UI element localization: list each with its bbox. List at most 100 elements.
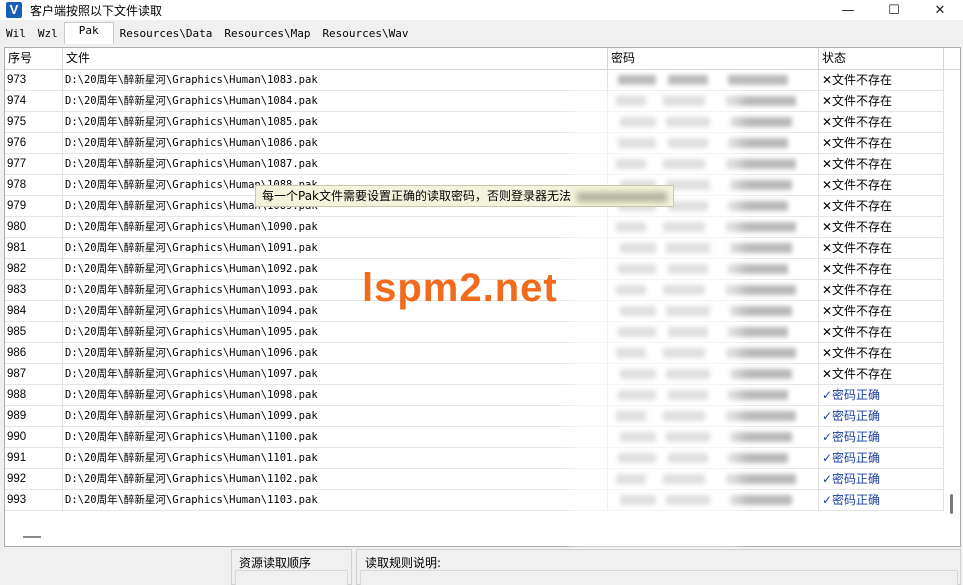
status-password-correct: ✓密码正确 [819,448,944,468]
table-row[interactable]: 989 D:\20周年\醉新星河\Graphics\Human\1099.pak ✓… [5,406,944,427]
cell-index: 976 [5,133,63,153]
minimize-button[interactable]: — [825,0,871,20]
table-row[interactable]: 986 D:\20周年\醉新星河\Graphics\Human\1096.pak ✕… [5,343,944,364]
cell-index: 991 [5,448,63,468]
tooltip: 每一个Pak文件需要设置正确的读取密码，否则登录器无法 [255,185,675,207]
status-file-missing: ✕文件不存在 [819,217,944,237]
cell-file-path: D:\20周年\醉新星河\Graphics\Human\1085.pak [63,112,608,132]
horizontal-scroll-indicator[interactable] [23,536,41,538]
status-file-missing: ✕文件不存在 [819,280,944,300]
status-file-missing: ✕文件不存在 [819,91,944,111]
cell-index: 978 [5,175,63,195]
cell-index: 985 [5,322,63,342]
maximize-button[interactable]: ☐ [871,0,917,20]
status-file-missing: ✕文件不存在 [819,196,944,216]
cell-file-path: D:\20周年\醉新星河\Graphics\Human\1103.pak [63,490,608,510]
scrollbar-thumb[interactable] [950,494,953,514]
status-file-missing: ✕文件不存在 [819,133,944,153]
cell-file-path: D:\20周年\醉新星河\Graphics\Human\1100.pak [63,427,608,447]
tooltip-blurred-text [577,191,668,202]
status-file-missing: ✕文件不存在 [819,154,944,174]
status-file-missing: ✕文件不存在 [819,364,944,384]
tab-resources-data[interactable]: Resources\Data [114,24,219,44]
cell-index: 981 [5,238,63,258]
table-row[interactable]: 980 D:\20周年\醉新星河\Graphics\Human\1090.pak ✕… [5,217,944,238]
table-row[interactable]: 976 D:\20周年\醉新星河\Graphics\Human\1086.pak ✕… [5,133,944,154]
status-file-missing: ✕文件不存在 [819,322,944,342]
status-password-correct: ✓密码正确 [819,469,944,489]
table-row[interactable]: 977 D:\20周年\醉新星河\Graphics\Human\1087.pak ✕… [5,154,944,175]
bottom-panels: 资源读取顺序 读取规则说明: [0,549,963,585]
cell-index: 979 [5,196,63,216]
read-rules-label: 读取规则说明: [365,556,442,570]
tab-wzl[interactable]: Wzl [32,24,64,44]
table-row[interactable]: 991 D:\20周年\醉新星河\Graphics\Human\1101.pak ✓… [5,448,944,469]
password-blur [668,75,708,85]
cell-index: 992 [5,469,63,489]
cell-index: 986 [5,343,63,363]
read-rules-text [360,570,958,585]
cell-file-path: D:\20周年\醉新星河\Graphics\Human\1083.pak [63,70,608,90]
status-file-missing: ✕文件不存在 [819,112,944,132]
vertical-scrollbar[interactable] [944,70,960,540]
cell-file-path: D:\20周年\醉新星河\Graphics\Human\1090.pak [63,217,608,237]
table-row[interactable]: 992 D:\20周年\醉新星河\Graphics\Human\1102.pak ✓… [5,469,944,490]
status-file-missing: ✕文件不存在 [819,259,944,279]
cell-index: 980 [5,217,63,237]
table-row[interactable]: 993 D:\20周年\醉新星河\Graphics\Human\1103.pak ✓… [5,490,944,511]
app-icon: V [6,2,22,18]
cell-file-path: D:\20周年\醉新星河\Graphics\Human\1102.pak [63,469,608,489]
cell-index: 989 [5,406,63,426]
cell-index: 993 [5,490,63,510]
watermark-logo: lspm2.net [362,266,558,310]
header-status[interactable]: 状态 [819,48,944,70]
status-password-correct: ✓密码正确 [819,385,944,405]
cell-index: 984 [5,301,63,321]
status-file-missing: ✕文件不存在 [819,238,944,258]
resource-tabs: Wil Wzl Pak Resources\Data Resources\Map… [0,22,415,44]
resource-order-panel: 资源读取顺序 [231,549,352,585]
cell-file-path: D:\20周年\醉新星河\Graphics\Human\1084.pak [63,91,608,111]
table-row[interactable]: 975 D:\20周年\醉新星河\Graphics\Human\1085.pak ✕… [5,112,944,133]
cell-index: 974 [5,91,63,111]
header-index[interactable]: 序号 [5,48,63,70]
cell-file-path: D:\20周年\醉新星河\Graphics\Human\1087.pak [63,154,608,174]
blurred-region [570,90,740,550]
cell-index: 990 [5,427,63,447]
close-button[interactable]: ✕ [917,0,963,20]
status-password-correct: ✓密码正确 [819,406,944,426]
cell-index: 982 [5,259,63,279]
table-row[interactable]: 974 D:\20周年\醉新星河\Graphics\Human\1084.pak ✕… [5,91,944,112]
cell-password-blurred[interactable] [608,70,819,90]
status-password-correct: ✓密码正确 [819,427,944,447]
tab-resources-wav[interactable]: Resources\Wav [316,24,414,44]
window-controls: — ☐ ✕ [825,0,963,20]
table-row[interactable]: 985 D:\20周年\醉新星河\Graphics\Human\1095.pak ✕… [5,322,944,343]
header-file[interactable]: 文件 [63,48,608,70]
resource-order-label: 资源读取顺序 [239,556,312,570]
cell-index: 988 [5,385,63,405]
tooltip-text: 每一个Pak文件需要设置正确的读取密码，否则登录器无法 [262,189,572,203]
header-password[interactable]: 密码 [608,48,819,70]
status-file-missing: ✕文件不存在 [819,175,944,195]
resource-order-list[interactable] [235,570,348,585]
table-row[interactable]: 990 D:\20周年\醉新星河\Graphics\Human\1100.pak ✓… [5,427,944,448]
cell-file-path: D:\20周年\醉新星河\Graphics\Human\1097.pak [63,364,608,384]
table-row[interactable]: 973 D:\20周年\醉新星河\Graphics\Human\1083.pak ✕… [5,70,944,91]
window-title: 客户端按照以下文件读取 [30,3,163,18]
cell-file-path: D:\20周年\醉新星河\Graphics\Human\1096.pak [63,343,608,363]
table-row[interactable]: 981 D:\20周年\醉新星河\Graphics\Human\1091.pak ✕… [5,238,944,259]
tab-pak[interactable]: Pak [63,22,114,44]
tab-wil[interactable]: Wil [0,24,32,44]
cell-index: 975 [5,112,63,132]
table-row[interactable]: 987 D:\20周年\醉新星河\Graphics\Human\1097.pak ✕… [5,364,944,385]
password-blur [728,75,788,85]
tab-resources-map[interactable]: Resources\Map [218,24,316,44]
cell-file-path: D:\20周年\醉新星河\Graphics\Human\1101.pak [63,448,608,468]
read-rules-panel: 读取规则说明: [356,549,961,585]
status-password-correct: ✓密码正确 [819,490,944,510]
status-file-missing: ✕文件不存在 [819,343,944,363]
status-file-missing: ✕文件不存在 [819,70,944,90]
table-header: 序号 文件 密码 状态 [5,48,960,70]
table-row[interactable]: 988 D:\20周年\醉新星河\Graphics\Human\1098.pak ✓… [5,385,944,406]
